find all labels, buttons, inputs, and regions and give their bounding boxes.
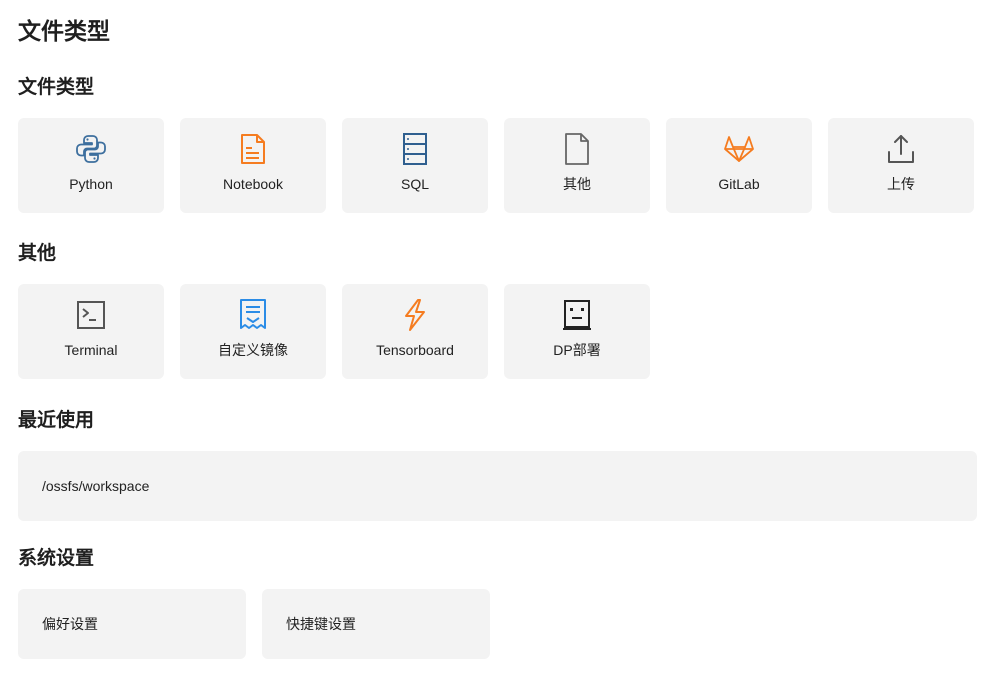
section-title-settings: 系统设置 <box>18 548 95 569</box>
launcher-page: 文件类型 文件类型 Python Notebook SQL 其他 GitLab … <box>0 0 1001 687</box>
setting-label: 偏好设置 <box>42 616 98 632</box>
card-label: DP部署 <box>553 342 601 358</box>
card-terminal[interactable]: Terminal <box>18 284 164 379</box>
card-label: Notebook <box>223 176 283 192</box>
other-row: Terminal 自定义镜像 Tensorboard DP部署 <box>18 284 650 379</box>
section-title-recent: 最近使用 <box>18 410 95 431</box>
database-icon <box>398 132 432 166</box>
card-label: 上传 <box>887 176 915 192</box>
card-label: 其他 <box>563 176 591 192</box>
recent-item[interactable]: /ossfs/workspace <box>18 451 977 521</box>
file-types-row: Python Notebook SQL 其他 GitLab 上传 <box>18 118 974 213</box>
terminal-icon <box>74 298 108 332</box>
card-custom-image[interactable]: 自定义镜像 <box>180 284 326 379</box>
card-dp-deploy[interactable]: DP部署 <box>504 284 650 379</box>
shortcut-settings-button[interactable]: 快捷键设置 <box>262 589 490 659</box>
page-title: 文件类型 <box>18 18 110 44</box>
card-label: Terminal <box>64 342 118 358</box>
card-sql[interactable]: SQL <box>342 118 488 213</box>
notebook-icon <box>236 132 270 166</box>
section-title-file-types: 文件类型 <box>18 77 95 98</box>
card-upload[interactable]: 上传 <box>828 118 974 213</box>
gitlab-icon <box>722 132 756 166</box>
upload-icon <box>884 132 918 166</box>
card-python[interactable]: Python <box>18 118 164 213</box>
tensorboard-icon <box>398 298 432 332</box>
card-notebook[interactable]: Notebook <box>180 118 326 213</box>
setting-label: 快捷键设置 <box>286 616 356 632</box>
card-label: Python <box>69 176 113 192</box>
settings-row: 偏好设置 快捷键设置 <box>18 589 490 659</box>
section-title-other: 其他 <box>18 243 57 264</box>
card-gitlab[interactable]: GitLab <box>666 118 812 213</box>
custom-image-icon <box>236 298 270 332</box>
card-label: Tensorboard <box>376 342 454 358</box>
file-icon <box>560 132 594 166</box>
card-label: GitLab <box>718 176 760 192</box>
python-icon <box>74 132 108 166</box>
card-label: 自定义镜像 <box>218 342 288 358</box>
card-tensorboard[interactable]: Tensorboard <box>342 284 488 379</box>
preferences-button[interactable]: 偏好设置 <box>18 589 246 659</box>
robot-face-icon <box>560 298 594 332</box>
card-other-file[interactable]: 其他 <box>504 118 650 213</box>
recent-item-path: /ossfs/workspace <box>42 478 150 494</box>
card-label: SQL <box>400 176 429 192</box>
